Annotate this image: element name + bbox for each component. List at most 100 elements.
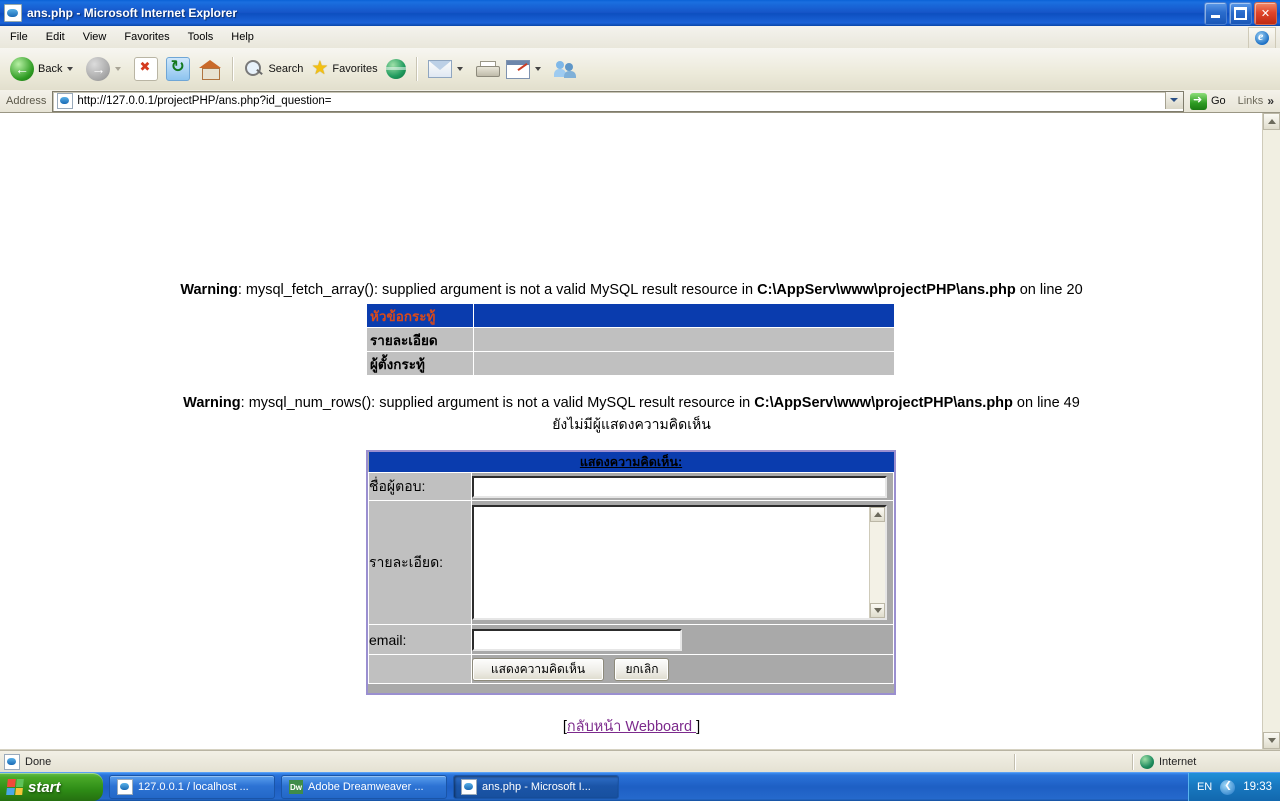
forward-button[interactable]: → [82,52,130,86]
forward-arrow-icon: → [86,57,111,81]
menu-item-view[interactable]: View [75,29,115,45]
stop-icon [134,57,159,81]
menu-item-favorites[interactable]: Favorites [116,29,177,45]
warning-1-suffix: on line 20 [1015,282,1083,298]
ie-logo-button[interactable] [1248,27,1276,49]
status-text: Done [25,756,52,768]
email-input[interactable] [472,628,682,651]
status-bar: Done Internet [0,750,1280,773]
name-input[interactable] [472,475,887,498]
go-label: Go [1210,95,1226,107]
table-row: หัวข้อกระทู้ [366,303,895,328]
menu-item-edit[interactable]: Edit [38,29,73,45]
warning-2-colon: : [240,395,249,411]
status-pane-empty-1 [1016,753,1132,771]
warning-1-message: mysql_fetch_array(): supplied argument i… [245,282,758,298]
edit-dropdown-icon[interactable] [534,67,541,71]
internet-explorer-icon [1255,29,1269,45]
comment-form-header: แสดงความคิดเห็น: [368,452,894,473]
address-bar: Address http://127.0.0.1/projectPHP/ans.… [0,90,1280,113]
menu-item-tools[interactable]: Tools [180,29,222,45]
messenger-button[interactable] [550,52,580,86]
history-button[interactable] [382,52,410,86]
links-chevron-icon: » [1267,94,1274,108]
cancel-button[interactable]: ยกเลิก [614,657,670,681]
table-row: ผู้ตั้งกระทู้ [366,351,895,376]
detail-textarea[interactable] [472,505,887,620]
address-input[interactable]: http://127.0.0.1/projectPHP/ans.php?id_q… [52,90,1184,112]
back-arrow-icon: ← [10,57,34,81]
back-button[interactable]: ← Back [6,52,82,86]
status-message: Done [0,753,1014,771]
textarea-scroll-up-button[interactable] [870,507,885,522]
topic-title-label: หัวข้อกระทู้ [366,303,474,328]
comment-form: แสดงความคิดเห็น: ชื่อผู้ตอบ: รายละเอียด: [366,450,896,695]
search-label: Search [268,63,304,75]
start-button[interactable]: start [0,773,103,801]
show-hidden-icons-button[interactable] [1220,779,1236,795]
topic-author-value [473,351,895,376]
links-button[interactable]: Links » [1232,94,1280,108]
toolbar-separator-2 [415,57,418,81]
favorites-button[interactable]: ★ Favorites [307,52,381,86]
navigation-toolbar: ← Back → Search ★ Favorites [0,48,1280,91]
textarea-scrollbar[interactable] [869,507,885,618]
minimize-button[interactable] [1204,2,1227,25]
start-label: start [28,778,61,796]
comment-form-table: แสดงความคิดเห็น: ชื่อผู้ตอบ: รายละเอียด: [368,452,894,684]
page-scrollbar[interactable] [1262,113,1280,749]
zone-text: Internet [1159,756,1197,768]
back-label: Back [38,63,63,75]
detail-field-cell [471,500,894,625]
taskbar-item-dreamweaver[interactable]: Dw Adobe Dreamweaver ... [281,775,447,799]
print-button[interactable] [472,52,502,86]
warning-2-prefix: Warning [183,395,241,411]
address-url-text: http://127.0.0.1/projectPHP/ans.php?id_q… [77,95,332,107]
taskbar-item-ansphp[interactable]: ans.php - Microsoft I... [453,775,619,799]
back-dropdown-icon[interactable] [67,67,74,71]
email-field-cell [471,624,894,655]
go-button[interactable]: Go [1184,92,1232,110]
dreamweaver-icon: Dw [289,780,303,794]
page-icon [4,4,22,22]
home-button[interactable] [194,52,226,86]
warning-1-prefix: Warning [180,282,238,298]
warning-1-path: C:\AppServ\www\projectPHP\ans.php [757,282,1016,298]
window-title: ans.php - Microsoft Internet Explorer [27,6,238,20]
mail-dropdown-icon[interactable] [456,67,463,71]
clock[interactable]: 19:33 [1243,781,1272,793]
taskbar-item-localhost[interactable]: 127.0.0.1 / localhost ... [109,775,275,799]
minimize-icon [1211,15,1220,18]
search-button[interactable]: Search [240,52,307,86]
window-controls: ✕ [1204,2,1277,25]
address-dropdown-button[interactable] [1164,91,1183,109]
form-row-detail: รายละเอียด: [368,500,894,625]
name-label: ชื่อผู้ตอบ: [368,472,472,501]
php-warning-2: Warning: mysql_num_rows(): supplied argu… [0,395,1263,411]
language-indicator[interactable]: EN [1197,781,1212,793]
topic-title-value [473,303,895,328]
buttons-spacer-cell [368,654,472,684]
close-button[interactable]: ✕ [1254,2,1277,25]
taskbar-item-label: ans.php - Microsoft I... [482,781,591,793]
email-label: email: [368,624,472,655]
taskbar-item-label: 127.0.0.1 / localhost ... [138,781,249,793]
scroll-up-button[interactable] [1263,113,1280,130]
menu-item-help[interactable]: Help [223,29,262,45]
printer-icon [475,61,500,77]
form-row-buttons: แสดงความคิดเห็น ยกเลิก [368,654,894,684]
mail-button[interactable] [424,52,472,86]
stop-button[interactable] [130,52,162,86]
restore-button[interactable] [1229,2,1252,25]
table-row: รายละเอียด [366,327,895,352]
submit-comment-button[interactable]: แสดงความคิดเห็น [472,657,604,681]
textarea-scroll-down-button[interactable] [870,603,885,618]
back-to-webboard-link[interactable]: กลับหน้า Webboard [567,719,696,735]
refresh-button[interactable] [162,52,194,86]
scroll-down-button[interactable] [1263,732,1280,749]
close-icon: ✕ [1260,8,1271,20]
edit-button[interactable] [502,52,550,86]
topic-detail-label: รายละเอียด [366,327,474,352]
menu-item-file[interactable]: File [2,29,36,45]
back-to-webboard-wrapper: [กลับหน้า Webboard ] [0,715,1263,738]
